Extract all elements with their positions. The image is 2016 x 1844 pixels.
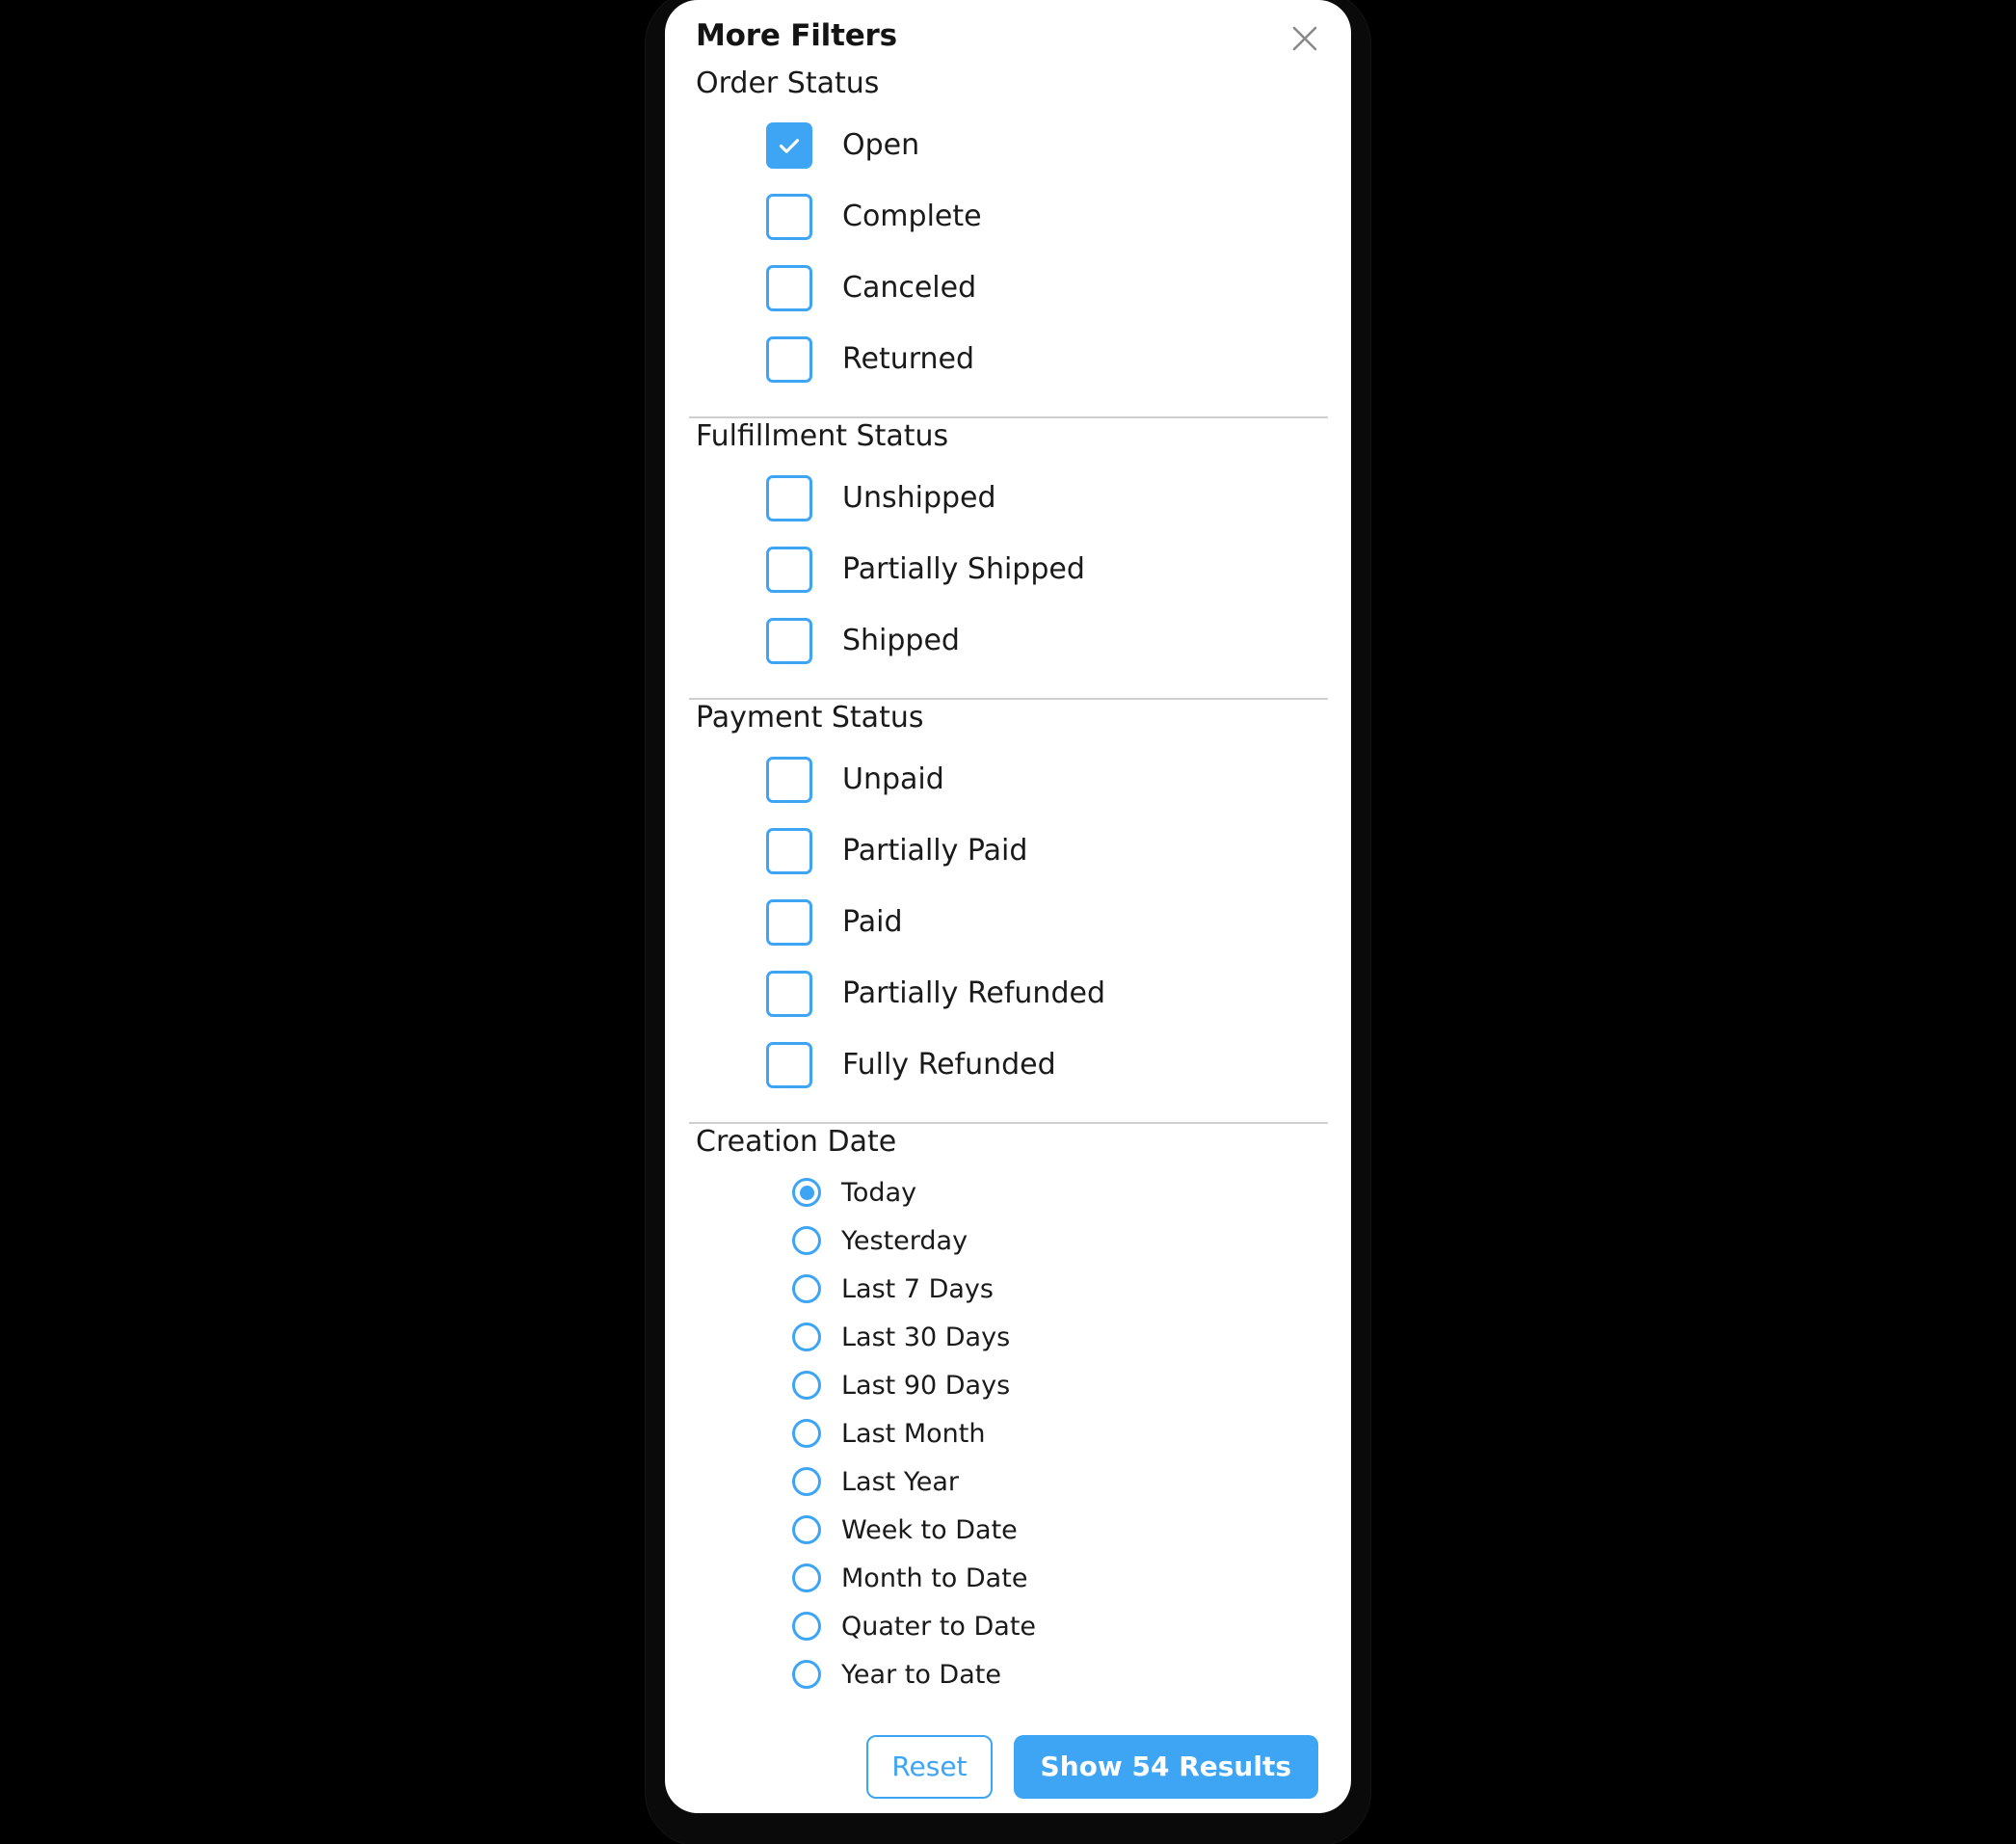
checkbox-row-returned[interactable]: Returned [696,324,1320,395]
section-title-fulfillment-status: Fulfillment Status [696,419,949,453]
checkbox-fully-refunded[interactable] [766,1042,812,1088]
show-results-button[interactable]: Show 54 Results [1013,1735,1318,1799]
checkbox-label-unshipped: Unshipped [842,481,996,515]
radio-last-90-days[interactable] [792,1371,821,1400]
checkbox-row-shipped[interactable]: Shipped [696,605,1320,677]
radio-last-month[interactable] [792,1419,821,1448]
dialog-footer: Reset Show 54 Results [665,1698,1351,1799]
option-list-order-status: Open Complete Canceled Returned [696,102,1320,395]
radio-row-last-30-days[interactable]: Last 30 Days [696,1313,1320,1361]
radio-label-quater-to-date: Quater to Date [841,1611,1037,1642]
radio-row-last-month[interactable]: Last Month [696,1409,1320,1457]
section-title-payment-status: Payment Status [696,701,924,735]
checkbox-partially-shipped[interactable] [766,547,812,593]
radio-dot-icon [799,1185,814,1200]
filter-section-creation-date: Creation Date Today Yesterday Last 7 Days La… [665,1124,1351,1698]
radio-label-year-to-date: Year to Date [841,1659,1001,1690]
checkbox-label-partially-refunded: Partially Refunded [842,976,1105,1010]
filter-sections: Order Status Open Complete Canceled Returned… [665,66,1351,1698]
checkbox-unpaid[interactable] [766,757,812,803]
checkbox-label-canceled: Canceled [842,271,977,305]
radio-row-last-year[interactable]: Last Year [696,1457,1320,1506]
dialog-body: More Filters Order Status Open Complete Can… [665,0,1351,1813]
option-list-payment-status: Unpaid Partially Paid Paid Partially Refund… [696,736,1320,1101]
checkbox-row-unpaid[interactable]: Unpaid [696,744,1320,815]
checkbox-row-partially-refunded[interactable]: Partially Refunded [696,958,1320,1029]
checkbox-row-open[interactable]: Open [696,110,1320,181]
checkbox-label-partially-shipped: Partially Shipped [842,552,1085,586]
radio-row-last-90-days[interactable]: Last 90 Days [696,1361,1320,1409]
checkbox-label-fully-refunded: Fully Refunded [842,1048,1056,1082]
radio-label-week-to-date: Week to Date [841,1514,1018,1545]
dialog-title: More Filters [696,18,897,53]
checkbox-returned[interactable] [766,336,812,383]
close-icon-glyph [1292,26,1317,51]
radio-row-year-to-date[interactable]: Year to Date [696,1650,1320,1698]
radio-label-month-to-date: Month to Date [841,1563,1028,1593]
checkbox-label-returned: Returned [842,342,975,376]
close-icon[interactable] [1286,19,1324,58]
radio-row-yesterday[interactable]: Yesterday [696,1216,1320,1265]
option-list-fulfillment-status: Unshipped Partially Shipped Shipped [696,455,1320,677]
checkbox-unshipped[interactable] [766,475,812,521]
radio-yesterday[interactable] [792,1226,821,1255]
radio-last-year[interactable] [792,1467,821,1496]
radio-label-last-7-days: Last 7 Days [841,1273,994,1304]
radio-today[interactable] [792,1178,821,1207]
checkbox-complete[interactable] [766,194,812,240]
check-icon [779,139,800,153]
checkbox-partially-paid[interactable] [766,828,812,874]
checkbox-canceled[interactable] [766,265,812,311]
dialog-header: More Filters [665,0,1351,66]
radio-last-7-days[interactable] [792,1274,821,1303]
radio-row-month-to-date[interactable]: Month to Date [696,1554,1320,1602]
checkbox-label-complete: Complete [842,200,982,233]
checkbox-row-complete[interactable]: Complete [696,181,1320,253]
radio-row-last-7-days[interactable]: Last 7 Days [696,1265,1320,1313]
checkbox-row-partially-shipped[interactable]: Partially Shipped [696,534,1320,605]
radio-label-yesterday: Yesterday [841,1225,968,1256]
filter-section-payment-status: Payment Status Unpaid Partially Paid Paid Pa… [665,700,1351,1101]
checkbox-open[interactable] [766,122,812,169]
checkbox-partially-refunded[interactable] [766,971,812,1017]
radio-year-to-date[interactable] [792,1660,821,1689]
radio-label-last-month: Last Month [841,1418,986,1449]
checkbox-label-open: Open [842,128,920,162]
checkbox-paid[interactable] [766,899,812,946]
reset-button[interactable]: Reset [866,1735,993,1799]
radio-week-to-date[interactable] [792,1515,821,1544]
radio-row-week-to-date[interactable]: Week to Date [696,1506,1320,1554]
checkbox-row-unshipped[interactable]: Unshipped [696,463,1320,534]
checkbox-label-partially-paid: Partially Paid [842,834,1028,868]
radio-month-to-date[interactable] [792,1563,821,1592]
radio-row-today[interactable]: Today [696,1168,1320,1216]
checkbox-row-paid[interactable]: Paid [696,887,1320,958]
section-title-order-status: Order Status [696,67,880,100]
more-filters-dialog: More Filters Order Status Open Complete Can… [665,0,1351,1813]
checkbox-row-canceled[interactable]: Canceled [696,253,1320,324]
option-list-creation-date: Today Yesterday Last 7 Days Last 30 Days Las… [696,1161,1320,1698]
radio-label-today: Today [841,1177,917,1208]
checkbox-label-shipped: Shipped [842,624,960,657]
radio-label-last-30-days: Last 30 Days [841,1322,1011,1352]
radio-label-last-90-days: Last 90 Days [841,1370,1011,1401]
section-title-creation-date: Creation Date [696,1125,897,1159]
radio-label-last-year: Last Year [841,1466,959,1497]
filter-section-order-status: Order Status Open Complete Canceled Returned [665,66,1351,395]
checkbox-label-paid: Paid [842,905,903,939]
radio-last-30-days[interactable] [792,1323,821,1351]
checkbox-label-unpaid: Unpaid [842,762,944,796]
screen: More Filters Order Status Open Complete Can… [0,0,2016,1844]
radio-row-quater-to-date[interactable]: Quater to Date [696,1602,1320,1650]
checkbox-row-partially-paid[interactable]: Partially Paid [696,815,1320,887]
radio-quater-to-date[interactable] [792,1612,821,1641]
filter-section-fulfillment-status: Fulfillment Status Unshipped Partially Shi… [665,418,1351,677]
checkbox-row-fully-refunded[interactable]: Fully Refunded [696,1029,1320,1101]
checkbox-shipped[interactable] [766,618,812,664]
